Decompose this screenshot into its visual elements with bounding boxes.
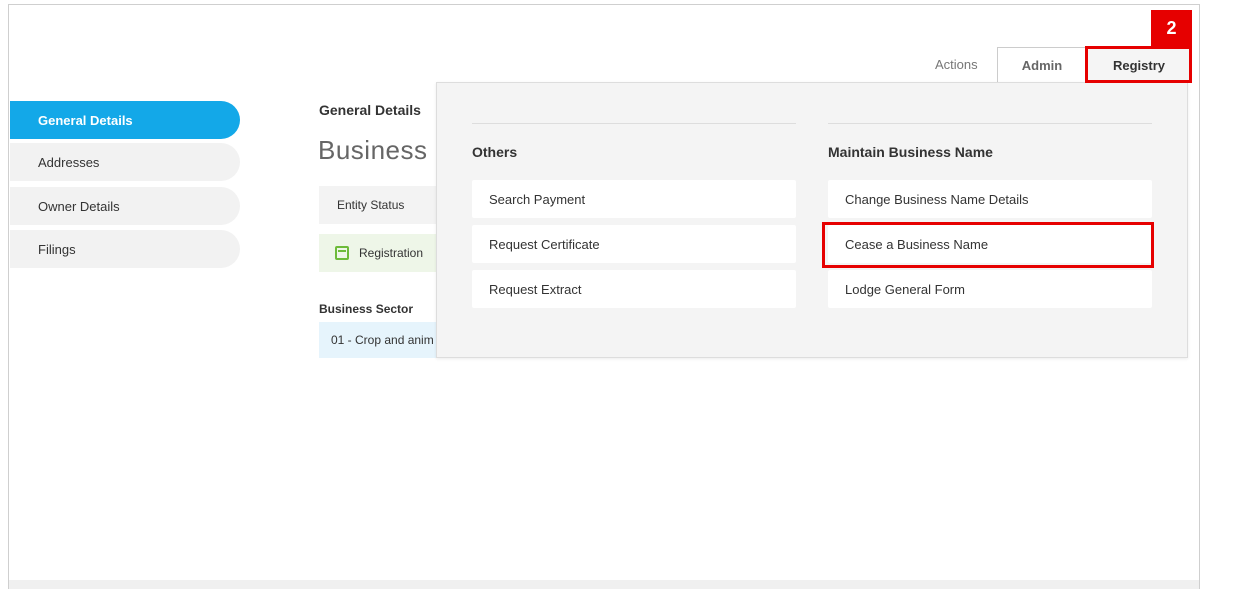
sidebar-item-general-details[interactable]: General Details [10,101,240,139]
actions-label: Actions [935,57,978,72]
business-sector-value: 01 - Crop and anim [319,322,439,358]
sidebar-item-label: Filings [38,241,76,257]
sidebar-item-owner-details[interactable]: Owner Details [10,187,240,225]
registry-dropdown: Others Maintain Business Name Search Pay… [436,82,1188,358]
column-divider [828,123,1152,124]
others-heading: Others [472,144,518,160]
calendar-icon [335,246,349,260]
maintain-business-name-heading: Maintain Business Name [828,144,993,160]
tab-registry[interactable]: Registry [1087,47,1191,82]
entity-name: Business N [318,135,455,165]
column-divider [472,123,796,124]
section-title: General Details [319,102,421,118]
sidebar-item-label: General Details [38,112,133,128]
menu-item-search-payment[interactable]: Search Payment [472,180,796,218]
menu-item-cease-business-name[interactable]: Cease a Business Name [828,225,1152,263]
sidebar-item-label: Addresses [38,154,100,170]
menu-item-request-extract[interactable]: Request Extract [472,270,796,308]
entity-status-row: Entity Status [319,186,439,224]
menu-item-change-business-name-details[interactable]: Change Business Name Details [828,180,1152,218]
business-sector-text: 01 - Crop and anim [331,333,434,347]
app-footer [8,580,1200,589]
sidebar-item-filings[interactable]: Filings [10,230,240,268]
step-badge: 2 [1151,10,1192,46]
tab-admin[interactable]: Admin [997,47,1087,82]
sidebar-item-addresses[interactable]: Addresses [10,143,240,181]
sidebar-item-label: Owner Details [38,198,120,214]
registration-row: Registration [319,234,439,272]
menu-item-request-certificate[interactable]: Request Certificate [472,225,796,263]
menu-item-lodge-general-form[interactable]: Lodge General Form [828,270,1152,308]
registration-label: Registration [359,246,424,260]
business-sector-label: Business Sector [319,302,414,316]
entity-status-label: Entity Status [337,198,405,212]
